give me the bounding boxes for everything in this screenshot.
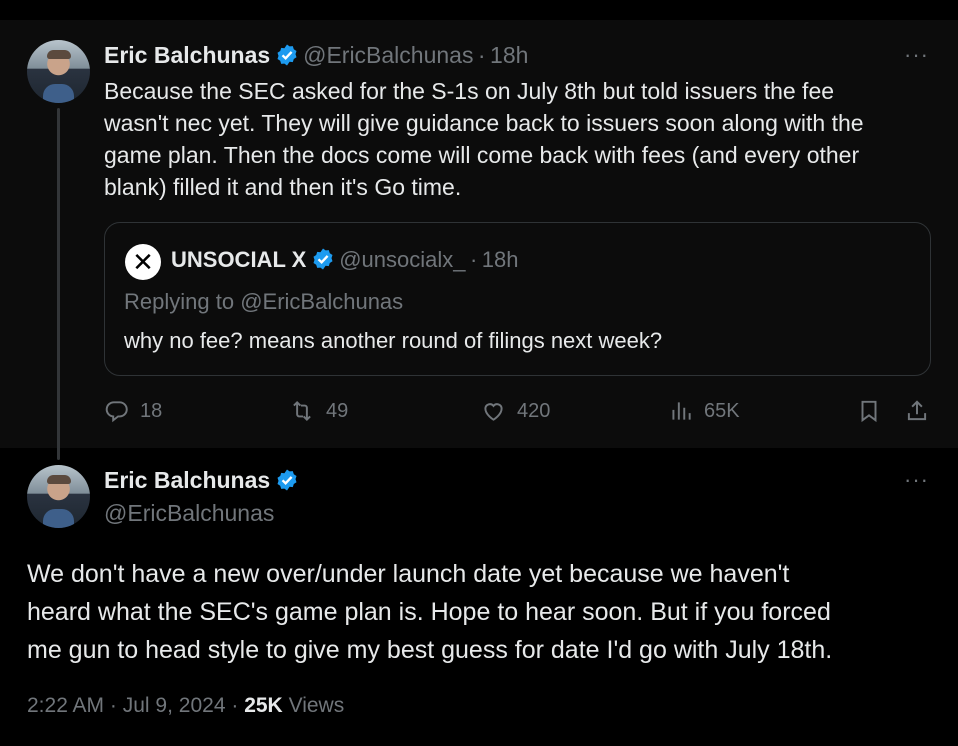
- avatar-hair: [47, 50, 71, 59]
- tweet-meta: 2:22 AM · Jul 9, 2024 · 25K Views: [27, 694, 344, 718]
- avatar-shirt: [43, 84, 74, 103]
- reply-icon: [105, 401, 128, 423]
- action-bar: 18 49 420 65K: [0, 398, 958, 428]
- like-button[interactable]: 420: [480, 398, 550, 424]
- quoted-tweet[interactable]: ✕ UNSOCIAL X @unsocialx_ · 18h Replying …: [104, 222, 931, 376]
- bookmark-button[interactable]: [856, 398, 882, 424]
- quote-header: UNSOCIAL X @unsocialx_ · 18h: [171, 247, 518, 273]
- tweet-text-line: heard what the SEC's game plan is. Hope …: [27, 598, 831, 626]
- tweet-text-line: blank) filled it and then it's Go time.: [104, 174, 462, 200]
- separator-dot: ·: [231, 694, 239, 717]
- quote-author-handle[interactable]: @unsocialx_: [339, 247, 465, 272]
- retweet-icon: [293, 400, 311, 422]
- author-handle[interactable]: @EricBalchunas: [303, 42, 473, 68]
- more-options-icon[interactable]: ···: [904, 467, 929, 493]
- heart-icon: [484, 403, 503, 421]
- avatar-hair: [47, 475, 71, 484]
- bookmark-icon: [861, 400, 877, 423]
- replying-to: Replying to @EricBalchunas: [124, 289, 403, 315]
- tweet-text-line: Because the SEC asked for the S-1s on Ju…: [104, 78, 835, 104]
- tweet1-header: Eric Balchunas @EricBalchunas · 18h: [104, 42, 528, 69]
- tweet-date[interactable]: Jul 9, 2024: [123, 694, 226, 717]
- top-strip: [0, 0, 958, 20]
- author-name[interactable]: Eric Balchunas: [104, 467, 270, 493]
- view-count: 65K: [704, 399, 740, 422]
- tweet1-text: Because the SEC asked for the S-1s on Ju…: [104, 75, 864, 203]
- views-label: Views: [288, 694, 345, 717]
- tweet-text-line: game plan. Then the docs come will come …: [104, 142, 860, 168]
- share-icon: [907, 400, 927, 421]
- replying-to-label: Replying to: [124, 289, 235, 314]
- tweet2-text: We don't have a new over/under launch da…: [27, 555, 832, 669]
- verified-badge-icon[interactable]: [311, 247, 335, 271]
- separator-dot: ·: [109, 694, 117, 717]
- share-button[interactable]: [904, 398, 930, 424]
- views-button[interactable]: 65K: [668, 398, 740, 424]
- retweet-count: 49: [326, 399, 349, 422]
- verified-badge-icon[interactable]: [275, 468, 299, 492]
- quote-author-name[interactable]: UNSOCIAL X: [171, 247, 306, 272]
- avatar[interactable]: [27, 465, 90, 528]
- tweet-text-line: me gun to head style to give my best gue…: [27, 636, 833, 664]
- views-count: 25K: [244, 694, 283, 717]
- tweet-time[interactable]: 18h: [490, 42, 528, 68]
- quote-time[interactable]: 18h: [482, 247, 519, 272]
- tweet-time[interactable]: 2:22 AM: [27, 694, 104, 717]
- author-name[interactable]: Eric Balchunas: [104, 42, 270, 68]
- quote-text: why no fee? means another round of filin…: [124, 328, 663, 353]
- tweet-text-line: wasn't nec yet. They will give guidance …: [104, 110, 864, 136]
- retweet-button[interactable]: 49: [288, 398, 348, 424]
- like-count: 420: [517, 399, 551, 422]
- tweet-text-line: We don't have a new over/under launch da…: [27, 560, 790, 588]
- avatar-shirt: [43, 509, 74, 528]
- more-options-icon[interactable]: ···: [904, 42, 929, 68]
- replying-to-handle[interactable]: @EricBalchunas: [240, 289, 403, 314]
- verified-badge-icon[interactable]: [275, 43, 299, 67]
- author-handle[interactable]: @EricBalchunas: [104, 500, 274, 527]
- tweet2-header: Eric Balchunas: [104, 467, 299, 494]
- separator-dot: ·: [469, 247, 478, 272]
- quote-avatar[interactable]: ✕: [125, 244, 161, 280]
- separator-dot: ·: [477, 42, 486, 68]
- analytics-icon: [672, 402, 691, 420]
- reply-count: 18: [140, 399, 163, 422]
- avatar[interactable]: [27, 40, 90, 103]
- x-logo-icon: ✕: [132, 247, 154, 277]
- reply-button[interactable]: 18: [104, 398, 162, 424]
